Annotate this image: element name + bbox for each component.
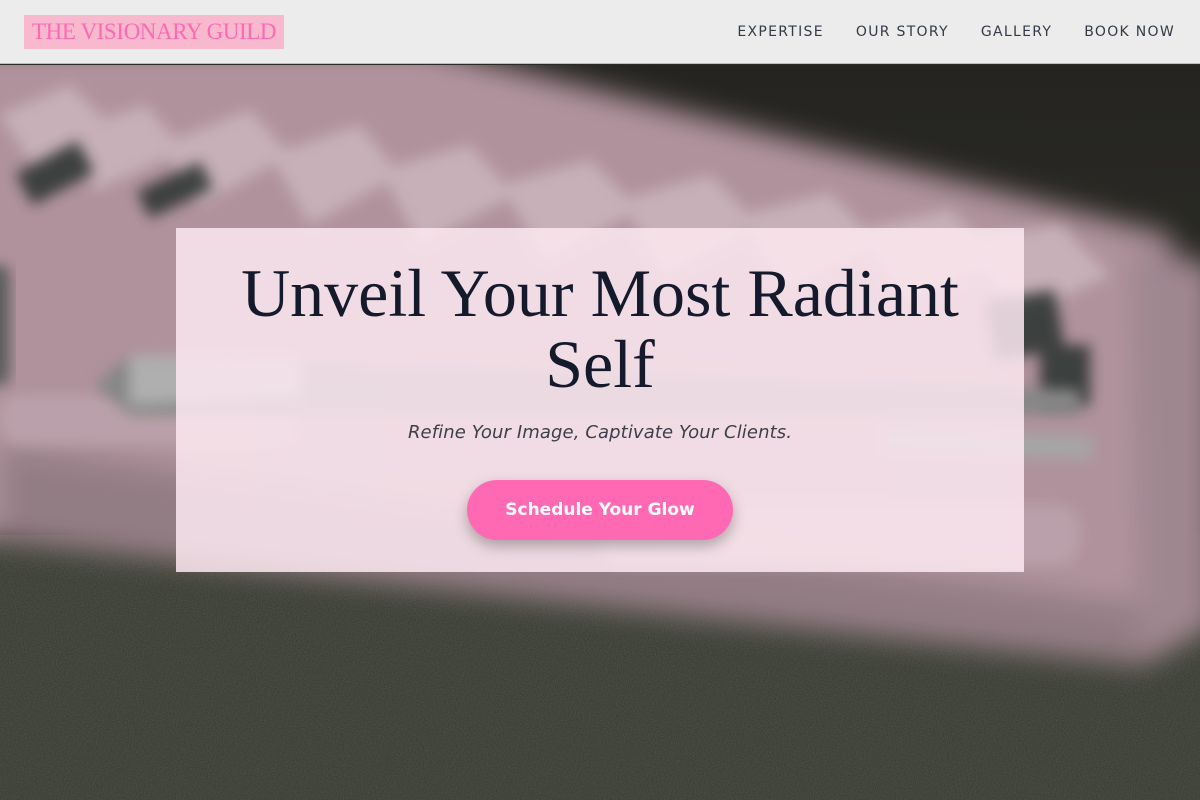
hero-subheadline: Refine Your Image, Captivate Your Client… bbox=[407, 422, 793, 443]
nav-item-book-now[interactable]: BOOK NOW bbox=[1084, 24, 1175, 40]
nav-item-expertise[interactable]: EXPERTISE bbox=[737, 24, 824, 40]
site-header: THE VISIONARY GUILD EXPERTISE OUR STORY … bbox=[0, 0, 1200, 64]
site-logo[interactable]: THE VISIONARY GUILD bbox=[24, 15, 285, 49]
nav-item-gallery[interactable]: GALLERY bbox=[981, 24, 1052, 40]
nav-item-our-story[interactable]: OUR STORY bbox=[856, 24, 949, 40]
main-nav: EXPERTISE OUR STORY GALLERY BOOK NOW bbox=[737, 0, 1175, 64]
hero-card: Unveil Your Most Radiant Self Refine You… bbox=[176, 228, 1024, 572]
hero-headline: Unveil Your Most Radiant Self bbox=[241, 255, 959, 402]
schedule-button[interactable]: Schedule Your Glow bbox=[467, 480, 733, 540]
